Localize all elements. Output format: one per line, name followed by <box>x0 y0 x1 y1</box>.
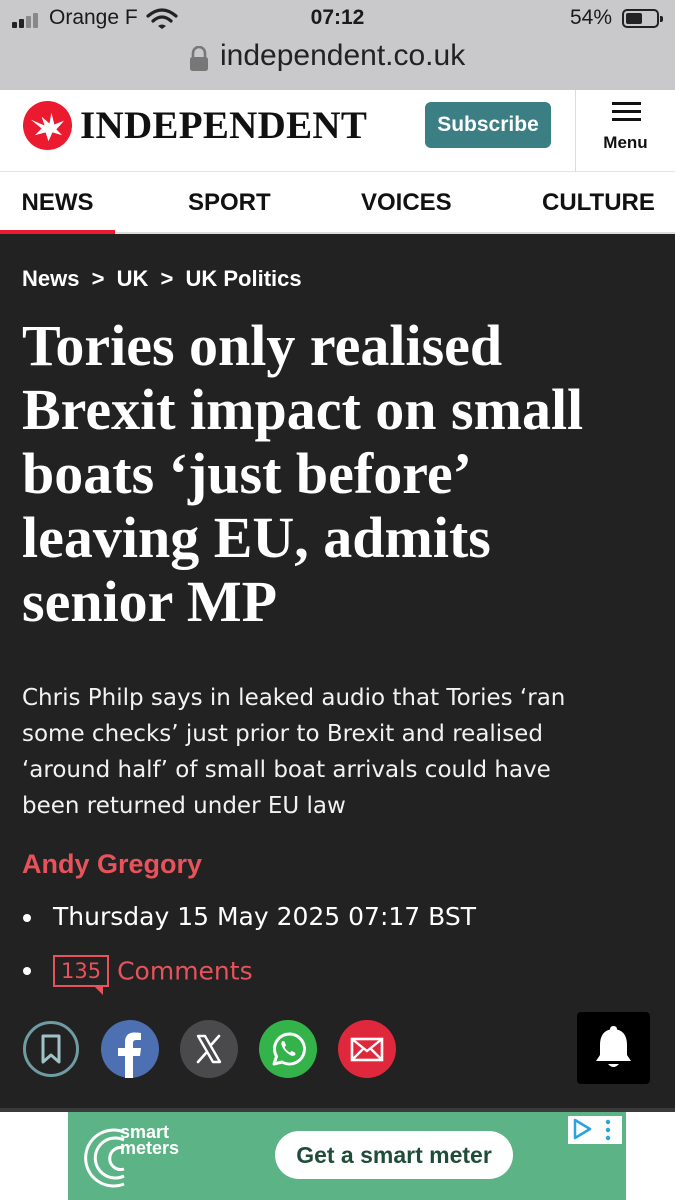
tab-news[interactable]: NEWS <box>0 172 115 236</box>
whatsapp-share-button[interactable] <box>259 1020 317 1078</box>
lock-icon <box>190 46 208 71</box>
publish-date-row: Thursday 15 May 2025 07:17 BST <box>22 902 476 931</box>
bullet <box>23 967 31 975</box>
hamburger-icon <box>612 102 641 122</box>
headline-line: senior MP <box>22 569 278 634</box>
tab-culture[interactable]: CULTURE <box>542 172 655 234</box>
standfirst-line: some checks’ just prior to Brexit and re… <box>22 721 543 747</box>
ad-logo-line: meters <box>120 1138 180 1158</box>
tab-voices[interactable]: VOICES <box>361 172 452 234</box>
headline-line: Brexit impact on small <box>22 377 584 442</box>
standfirst-line: ‘around half’ of small boat arrivals cou… <box>22 757 551 783</box>
standfirst-line: been returned under EU law <box>22 793 346 819</box>
ad-banner-area: smart meters Get a smart meter <box>0 1108 675 1200</box>
bullet <box>23 914 31 922</box>
headline-line: Tories only realised <box>22 313 503 378</box>
headline-line: boats ‘just before’ <box>22 441 472 506</box>
publish-date: Thursday 15 May 2025 07:17 BST <box>53 902 476 931</box>
battery-percentage: 54% <box>570 6 613 29</box>
facebook-share-button[interactable] <box>101 1020 159 1078</box>
url-text[interactable]: independent.co.uk <box>220 39 465 73</box>
bookmark-button[interactable] <box>22 1020 80 1078</box>
battery-icon <box>622 9 663 28</box>
whatsapp-icon <box>259 1020 317 1078</box>
eagle-logo-icon[interactable] <box>22 100 73 151</box>
adchoices-icon[interactable] <box>568 1116 622 1144</box>
breadcrumb-uk[interactable]: UK <box>117 266 149 292</box>
headline-line: leaving EU, admits <box>22 505 491 570</box>
smart-meter-ad[interactable]: smart meters Get a smart meter <box>68 1112 626 1200</box>
email-icon <box>338 1020 396 1078</box>
tab-sport[interactable]: SPORT <box>188 172 271 234</box>
article-standfirst: Chris Philp says in leaked audio that To… <box>22 680 652 824</box>
bookmark-icon <box>23 1021 79 1077</box>
ad-logo-text: smart meters <box>120 1123 180 1158</box>
menu-label: Menu <box>603 133 648 152</box>
site-header: INDEPENDENT Subscribe Menu <box>0 90 675 172</box>
subscribe-button[interactable]: Subscribe <box>425 102 551 148</box>
x-icon <box>180 1020 238 1078</box>
facebook-icon <box>101 1020 159 1078</box>
comment-count-badge[interactable]: 135 <box>53 955 110 995</box>
bell-icon <box>596 1026 631 1067</box>
notifications-button[interactable] <box>577 1012 650 1084</box>
address-bar[interactable]: independent.co.uk <box>0 38 675 90</box>
x-share-button[interactable] <box>180 1020 238 1078</box>
status-bar: Orange F 07:12 54% <box>0 0 675 38</box>
section-nav: NEWS SPORT VOICES CULTURE <box>0 172 675 236</box>
comments-link[interactable]: 135 Comments <box>22 955 253 995</box>
breadcrumb-separator: > <box>160 266 174 291</box>
menu-button[interactable]: Menu <box>576 90 675 172</box>
author-link[interactable]: Andy Gregory <box>22 849 202 880</box>
site-logo-text[interactable]: INDEPENDENT <box>80 103 367 148</box>
breadcrumb-separator: > <box>91 266 105 291</box>
article-headline: Tories only realised Brexit impact on sm… <box>22 314 662 634</box>
article-header: News > UK > UK Politics Tories only real… <box>0 234 675 1108</box>
breadcrumb-uk-politics[interactable]: UK Politics <box>185 266 301 292</box>
breadcrumb: News > UK > UK Politics <box>22 266 302 292</box>
standfirst-line: Chris Philp says in leaked audio that To… <box>22 685 566 711</box>
breadcrumb-news[interactable]: News <box>22 266 79 292</box>
ad-cta-button[interactable]: Get a smart meter <box>275 1131 513 1179</box>
email-share-button[interactable] <box>338 1020 396 1078</box>
comments-label[interactable]: Comments <box>117 957 253 986</box>
